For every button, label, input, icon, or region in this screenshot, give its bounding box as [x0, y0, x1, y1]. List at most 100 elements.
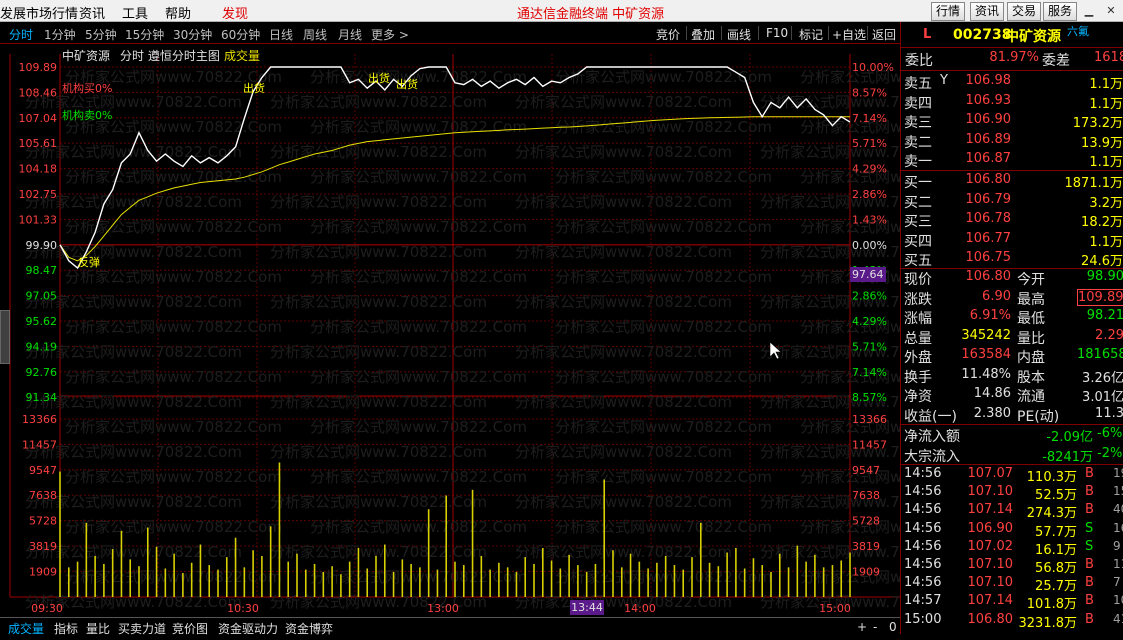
- minimize-icon[interactable]: ▁: [1082, 4, 1096, 18]
- top-button-quotes[interactable]: 行情: [931, 2, 966, 21]
- cursor-time-label: 13:44: [571, 601, 603, 614]
- volume-tick-label-right: 11457: [852, 438, 887, 451]
- tab-60min[interactable]: 60分钟: [221, 26, 260, 43]
- sell-signal-label: 出货: [368, 71, 390, 85]
- stat-value: 6.91%: [969, 308, 1011, 323]
- stat-value: 109.89: [1077, 288, 1123, 306]
- fund-flow-label: 大宗流入: [904, 448, 960, 465]
- top-button-news[interactable]: 资讯: [970, 2, 1005, 21]
- indicator-tab[interactable]: 资金博弈: [285, 620, 333, 637]
- watermark-text: 分析家公式网www.70822.Com: [270, 293, 487, 311]
- watermark-text: 分析家公式网www.70822.Com: [310, 318, 527, 336]
- tab-overlay[interactable]: 叠加: [691, 26, 715, 43]
- stat-value: 2.380: [973, 405, 1011, 421]
- tab-15min[interactable]: 15分钟: [125, 26, 164, 43]
- indicator-tab[interactable]: 量比: [86, 620, 110, 637]
- stat-label: 今开: [1017, 272, 1045, 288]
- tab-draw[interactable]: 画线: [727, 26, 751, 43]
- watermark-text: 分析家公式网www.70822.Com: [270, 543, 487, 561]
- stat-label: PE(动): [1017, 408, 1060, 425]
- bid-volume: 18.2万: [1081, 215, 1123, 231]
- tab-weekly[interactable]: 周线: [303, 26, 327, 43]
- tab-30min[interactable]: 30分钟: [173, 26, 212, 43]
- bid-price: 106.79: [965, 191, 1012, 207]
- top-button-service[interactable]: 服务: [1043, 2, 1078, 21]
- time-tick-label: 15:00: [819, 602, 851, 615]
- zoom-control-button[interactable]: +: [857, 620, 867, 634]
- institution-buy-label: 机构买0%: [62, 81, 112, 95]
- indicator-tab[interactable]: 买卖力道: [118, 620, 166, 637]
- tab-f10[interactable]: F10: [766, 26, 788, 40]
- tick-volume: 16.1万: [1035, 542, 1077, 558]
- tick-count: 19: [1113, 466, 1123, 480]
- divider: [721, 26, 722, 40]
- menu-help[interactable]: 帮助: [165, 3, 191, 22]
- tab-5min[interactable]: 5分钟: [85, 26, 117, 43]
- pct-tick-label: 2.86%: [852, 188, 887, 201]
- ask-volume: 1.1万: [1089, 96, 1123, 112]
- intraday-chart[interactable]: 分析家公式网www.70822.Com 分析家公式网www.70822.Com 分析…: [0, 44, 900, 617]
- trade-tick-row: 14:57 107.14 101.8万 B 10: [901, 593, 1123, 612]
- divider: [828, 26, 829, 40]
- tab-auction[interactable]: 竞价: [656, 26, 680, 43]
- pct-tick-label: 2.86%: [852, 290, 887, 303]
- tab-back[interactable]: 返回: [872, 26, 896, 43]
- tab-mark[interactable]: 标记: [799, 26, 823, 43]
- tab-add-watchlist[interactable]: +自选: [832, 26, 866, 43]
- tab-intraday[interactable]: 分时: [9, 26, 33, 43]
- tick-count: 11: [1113, 557, 1123, 571]
- zoom-control-button[interactable]: -: [873, 620, 877, 634]
- tab-monthly[interactable]: 月线: [338, 26, 362, 43]
- divider: [867, 26, 868, 40]
- fund-flow-value: -8241万: [1042, 449, 1093, 465]
- zoom-control-button[interactable]: 0: [889, 620, 897, 634]
- chart-title-stock: 中矿资源: [62, 48, 110, 63]
- chart-title-volume: 成交量: [224, 48, 260, 63]
- ask-price: 106.89: [965, 131, 1012, 147]
- volume-tick-label-right: 5728: [852, 515, 880, 528]
- watermark-text: 分析家公式网www.70822.Com: [555, 318, 772, 336]
- indicator-tab[interactable]: 资金驱动力: [218, 620, 278, 637]
- trade-tick-row: 14:56 107.10 56.8万 B 11: [901, 557, 1123, 576]
- ask-level-mark: Y: [940, 73, 948, 88]
- indicator-tab[interactable]: 指标: [54, 620, 78, 637]
- ask-volume: 1.1万: [1089, 77, 1123, 92]
- tab-more[interactable]: 更多 >: [371, 26, 409, 43]
- stat-label: 净资: [904, 389, 932, 405]
- top-button-trade[interactable]: 交易: [1007, 2, 1042, 21]
- watermark-text: 分析家公式网www.70822.Com: [25, 243, 242, 261]
- watermark-text: 分析家公式网www.70822.Com: [310, 268, 527, 286]
- pct-tick-label: 7.14%: [852, 112, 887, 125]
- fund-flow-label: 净流入额: [904, 429, 960, 445]
- bid-volume: 1.1万: [1089, 234, 1123, 250]
- indicator-tab[interactable]: 成交量: [8, 620, 44, 637]
- watermark-text: 分析家公式网www.70822.Com: [555, 118, 772, 136]
- tab-daily[interactable]: 日线: [269, 26, 293, 43]
- watermark-text: 分析家公式网www.70822.Com: [310, 368, 527, 386]
- menu-discover[interactable]: 发现: [222, 3, 248, 22]
- volume-tick-label: 1909: [29, 565, 57, 578]
- ask-volume: 173.2万: [1072, 116, 1123, 132]
- price-tick-label: 107.04: [19, 112, 58, 125]
- watermark-text: 分析家公式网www.70822.Com: [25, 393, 242, 411]
- rebound-signal-label: 反弹: [78, 255, 100, 269]
- tick-volume: 57.7万: [1035, 524, 1077, 540]
- tab-1min[interactable]: 1分钟: [44, 26, 76, 43]
- menu-news[interactable]: 资讯: [79, 3, 105, 22]
- close-icon[interactable]: ✕: [1104, 4, 1118, 18]
- volume-tick-label-right: 3819: [852, 540, 880, 553]
- price-tick-label: 99.90: [26, 239, 58, 252]
- tick-volume: 110.3万: [1026, 470, 1077, 485]
- watermark-text: 分析家公式网www.70822.Com: [310, 218, 527, 236]
- watermark-text: 分析家公式网www.70822.Com: [555, 418, 772, 436]
- watermark-text: 分析家公式网www.70822.Com: [65, 168, 282, 186]
- menu-tools[interactable]: 工具: [122, 3, 148, 22]
- tick-price: 107.10: [967, 557, 1014, 572]
- stat-label: 换手: [904, 369, 932, 386]
- menu-market[interactable]: 发展市场行情: [0, 3, 78, 22]
- indicator-tab[interactable]: 竞价图: [172, 620, 208, 637]
- sidebar-toggle-handle[interactable]: [0, 310, 10, 364]
- ask-level-label: 卖三: [904, 115, 932, 132]
- tick-price: 107.02: [967, 538, 1014, 554]
- tick-time: 14:56: [904, 502, 942, 518]
